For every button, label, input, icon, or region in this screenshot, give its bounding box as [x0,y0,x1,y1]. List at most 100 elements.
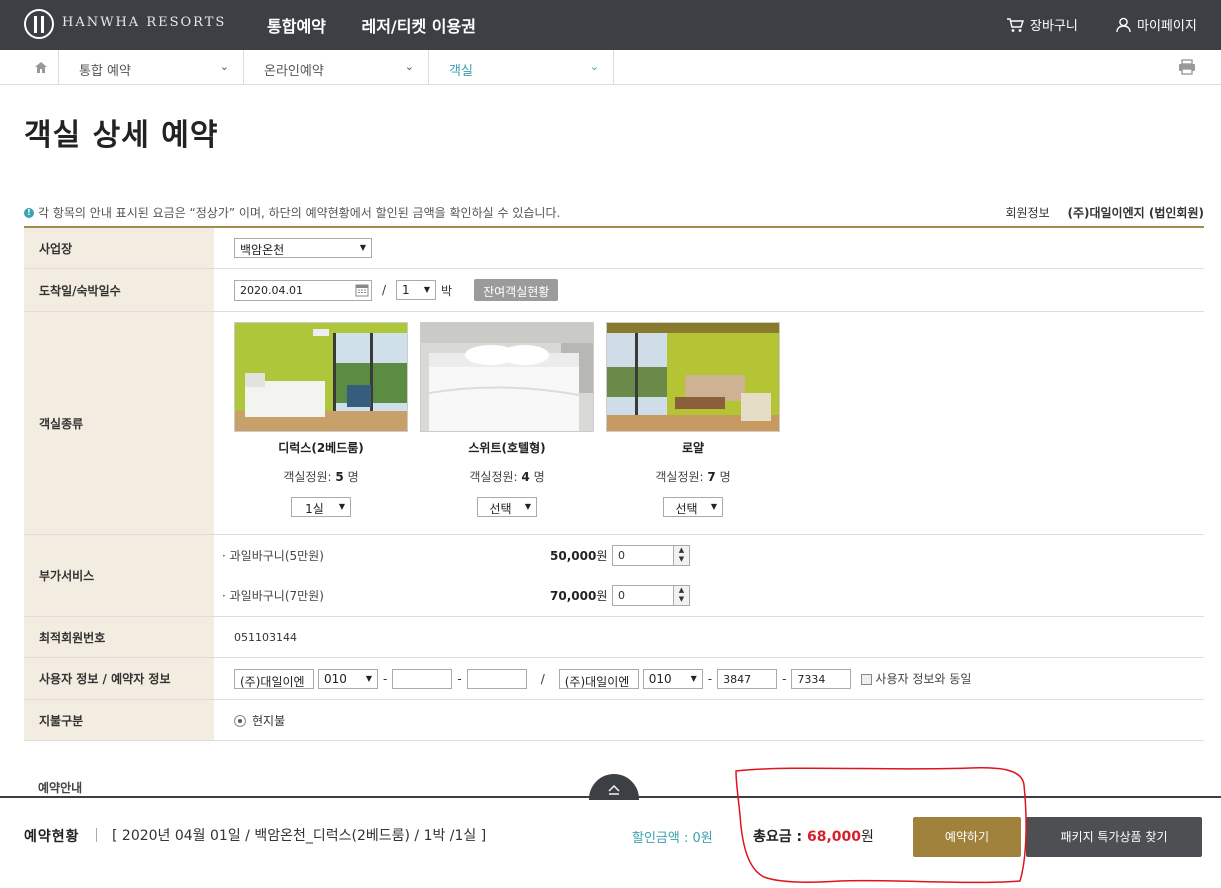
checkbox-icon[interactable] [861,674,873,685]
room-name: 스위트(호텔형) [468,441,546,455]
row-arrival: 도착일/숙박일수 2020.04.01 / 1 박 잔여객실현황 [24,269,1204,312]
mypage-link[interactable]: 마이페이지 [1116,15,1197,34]
home-button[interactable] [24,50,59,85]
room-quantity-select[interactable]: 선택 [477,497,537,517]
room-card-royal: 로얄 객실정원: 7 명 선택 [606,322,780,517]
guide-title: 예약안내 [38,781,83,795]
extras-cell: · 과일바구니(5만원) 50,000원 0 ▲ ▼ · 과일바구니(7만원) … [214,535,1204,616]
mypage-label: 마이페이지 [1137,19,1197,34]
reservation-status-bar: 예약현황 [ 2020년 04월 01일 / 백암온천_디럭스(2베드룸) / … [0,796,1221,888]
print-icon[interactable] [1178,59,1196,75]
room-list: 디럭스(2베드룸) 객실정원: 5 명 1실 ▼ 스위트(호텔형) 객실정원: … [234,312,780,517]
breadcrumb: 통합 예약 ⌄ 온라인예약 ⌄ 객실 ⌄ [0,50,1221,85]
page-title: 객실 상세 예약 [24,118,219,153]
total-amount: 총요금 : 68,000원 [753,829,874,845]
member-no-value: 051103144 [234,630,297,644]
phone-dash: - [782,671,787,686]
arrival-cell: 2020.04.01 / 1 박 잔여객실현황 [214,269,1204,311]
discount-amount: 할인금액 : 0원 [632,831,713,846]
site-label: 사업장 [24,228,214,268]
status-summary: [ 2020년 04월 01일 / 백암온천_디럭스(2베드룸) / 1박 /1… [112,828,487,844]
extra-quantity-stepper[interactable]: 0 ▲ ▼ [612,545,690,566]
chevron-down-icon: ⌄ [219,60,229,73]
logo-text[interactable]: HANWHA RESORTS [62,15,226,30]
member-no-label: 최적회원번호 [24,617,214,657]
payment-onsite-radio[interactable]: 현지불 [234,712,285,729]
breadcrumb-label: 온라인예약 [264,64,324,79]
scroll-top-button[interactable] [589,774,639,800]
breadcrumb-label: 객실 [449,64,473,79]
main-menu: 통합예약 레저/티켓 이용권 [267,13,506,37]
availability-button[interactable]: 잔여객실현황 [474,279,559,301]
room-name: 로얄 [681,441,705,455]
nights-unit: 박 [441,283,453,298]
room-quantity-select[interactable]: 1실 [291,497,351,517]
booker-name-input[interactable]: (주)대일이엔 [558,668,639,689]
room-photo[interactable] [234,322,408,432]
info-icon: ! [24,207,34,218]
payment-label: 지불구분 [24,700,214,740]
menu-leisure-ticket[interactable]: 레저/티켓 이용권 [361,17,475,36]
menu-integrated-reservation[interactable]: 통합예약 [267,17,326,36]
reserve-button[interactable]: 예약하기 [913,817,1021,857]
row-site: 사업장 백암온천 [24,228,1204,269]
user-booker-separator: / [540,671,545,686]
chevron-down-icon: ⌄ [404,60,414,73]
breadcrumb-integrated[interactable]: 통합 예약 ⌄ [59,50,244,85]
site-select[interactable]: 백암온천 [234,238,372,258]
extra-quantity-value: 0 [618,549,625,562]
breadcrumb-room[interactable]: 객실 ⌄ [429,50,614,85]
booker-phone-last-input[interactable]: 7334 [791,668,852,689]
cart-label: 장바구니 [1030,19,1078,34]
room-quantity-select[interactable]: 선택 [663,497,723,517]
breadcrumb-online[interactable]: 온라인예약 ⌄ [244,50,429,85]
user-info-cell: (주)대일이엔 010 - - / (주)대일이엔 010 - 3847 - 7… [214,658,1204,699]
phone-dash: - [383,671,388,686]
status-divider [96,828,97,842]
reservation-form: 사업장 백암온천 도착일/숙박일수 2020.04.01 / 1 박 잔여객실현… [24,226,1204,741]
date-nights-separator: / [382,283,387,297]
extra-item-name: · 과일바구니(7만원) [222,589,324,603]
row-user-info: 사용자 정보 / 예약자 정보 (주)대일이엔 010 - - / (주)대일이… [24,658,1204,700]
cart-link[interactable]: 장바구니 [1006,15,1078,34]
status-label: 예약현황 [24,829,80,845]
same-as-user-checkbox[interactable]: 사용자 정보와 동일 [861,670,971,687]
extra-item-price: 70,000원 [550,589,608,603]
user-info-label: 사용자 정보 / 예약자 정보 [24,658,214,699]
user-phone-prefix-select[interactable]: 010 [318,668,378,689]
phone-dash: - [707,671,713,686]
row-payment: 지불구분 현지불 [24,700,1204,741]
row-rooms: 객실종류 디럭스(2베드룸) 객실정원: 5 명 1실 ▼ 스위트(호텔형) 객… [24,312,1204,535]
extra-item-price: 50,000원 [550,549,608,563]
room-photo[interactable] [606,322,780,432]
user-phone-last-input[interactable] [466,668,527,689]
phone-dash: - [457,671,462,686]
extra-quantity-stepper[interactable]: 0 ▲ ▼ [612,585,690,606]
top-nav: HANWHA RESORTS 통합예약 레저/티켓 이용권 장바구니 마이페이지 [0,0,1221,50]
package-search-button[interactable]: 패키지 특가상품 찾기 [1026,817,1202,857]
arrival-date-input[interactable]: 2020.04.01 [234,279,372,301]
rooms-cell: 디럭스(2베드룸) 객실정원: 5 명 1실 ▼ 스위트(호텔형) 객실정원: … [214,312,1204,534]
user-name-input[interactable]: (주)대일이엔 [234,668,314,689]
nights-select[interactable]: 1 [396,280,437,300]
user-icon [1116,17,1131,32]
row-member-no: 최적회원번호 051103144 [24,617,1204,658]
stepper-down-icon[interactable]: ▼ [673,555,689,565]
extra-quantity-value: 0 [618,589,625,602]
stepper-down-icon[interactable]: ▼ [673,595,689,605]
notice-text: 각 항목의 안내 표시된 요금은 “정상가” 이며, 하단의 예약현황에서 할인… [38,206,561,220]
member-no-cell: 051103144 [214,617,1204,657]
calendar-icon[interactable] [355,283,369,297]
room-photo[interactable] [420,322,594,432]
payment-cell: 현지불 [214,700,1204,740]
home-icon [35,62,47,73]
cart-icon [1007,17,1024,32]
hanwha-logo-icon[interactable] [24,9,54,39]
booker-phone-middle-input[interactable]: 3847 [717,668,778,689]
breadcrumb-label: 통합 예약 [79,64,131,79]
user-phone-middle-input[interactable] [392,668,453,689]
booker-phone-prefix-select[interactable]: 010 [642,668,703,689]
rooms-label: 객실종류 [24,312,214,534]
radio-icon[interactable] [234,715,246,727]
member-info-label: 회원정보 [1005,206,1050,220]
